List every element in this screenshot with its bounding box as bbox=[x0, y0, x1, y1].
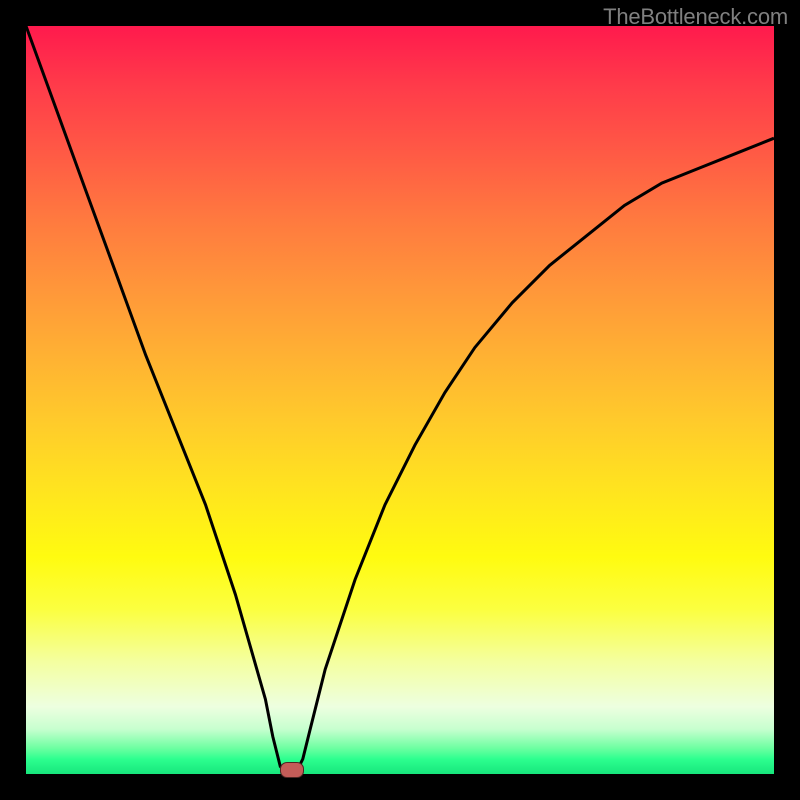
plot-area bbox=[26, 26, 774, 774]
chart-frame: TheBottleneck.com bbox=[0, 0, 800, 800]
watermark-text: TheBottleneck.com bbox=[603, 4, 788, 30]
curve-path bbox=[26, 26, 774, 774]
bottleneck-curve bbox=[26, 26, 774, 774]
optimum-marker bbox=[280, 762, 304, 778]
